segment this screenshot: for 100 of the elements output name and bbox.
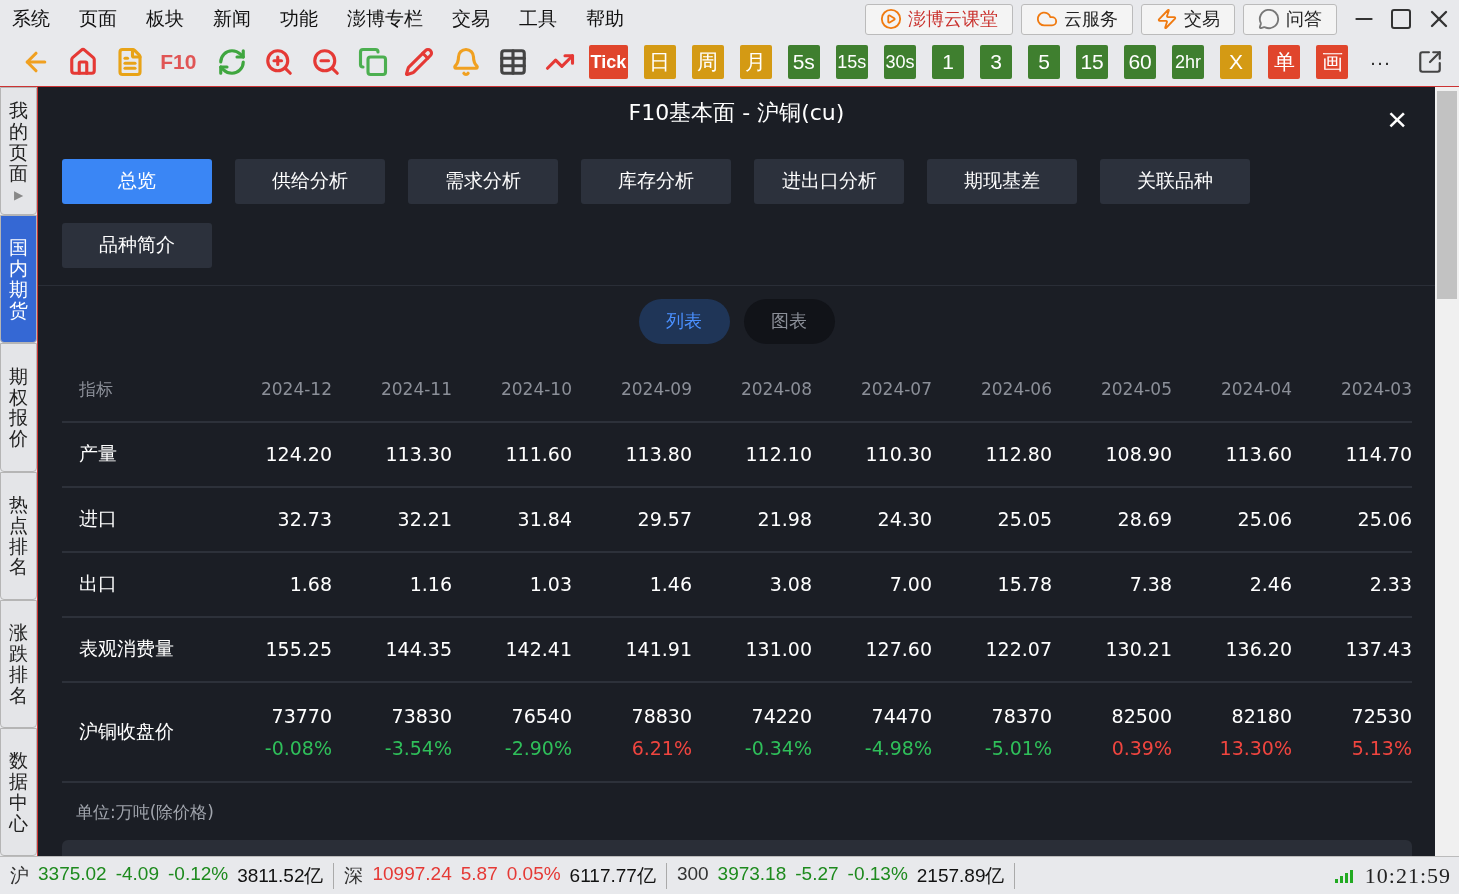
column-header: 2024-10 <box>452 357 572 423</box>
table-cell: 78370 <box>991 704 1052 727</box>
menu-item[interactable]: 帮助 <box>586 6 624 32</box>
close-button[interactable]: × <box>1381 101 1413 137</box>
tab[interactable]: 品种简介 <box>62 222 212 268</box>
period-button[interactable]: 1 <box>932 45 965 79</box>
row-label: 表观消费量 <box>62 617 212 683</box>
row-label: 沪铜收盘价 <box>62 682 212 783</box>
chat-icon <box>1258 8 1280 30</box>
table-cell: 76540 <box>511 704 572 727</box>
column-header: 2024-12 <box>212 357 332 423</box>
index-percent: -0.12% <box>168 862 229 886</box>
clock: 10:21:59 <box>1364 862 1451 889</box>
index-change: -5.27 <box>795 862 839 886</box>
table-cell: 2.46 <box>1172 552 1292 618</box>
table-cell: 32.21 <box>332 487 452 553</box>
table-cell: 111.60 <box>452 422 572 488</box>
menu-item[interactable]: 工具 <box>519 6 557 32</box>
row-label: 产量 <box>62 422 212 488</box>
period-button[interactable]: 画 <box>1316 45 1349 79</box>
top-button[interactable]: 澎博云课堂 <box>865 3 1013 35</box>
side-tab[interactable]: 热点排名 <box>0 471 37 600</box>
table-cell: 3.08 <box>692 552 812 618</box>
menu-item[interactable]: 页面 <box>79 6 117 32</box>
signal-icon <box>1332 868 1353 883</box>
period-button[interactable]: 5s <box>787 45 820 79</box>
period-button[interactable]: 3 <box>980 45 1013 79</box>
table-cell: 1.16 <box>332 552 452 618</box>
table-cell: 113.80 <box>572 422 692 488</box>
more-button[interactable]: ··· <box>1364 45 1397 79</box>
period-button[interactable]: 15 <box>1076 45 1109 79</box>
table-cell: 82180 <box>1231 704 1292 727</box>
table-cell: 73830 <box>391 704 452 727</box>
table-cell: 29.57 <box>572 487 692 553</box>
side-tab[interactable]: 涨跌排名 <box>0 599 37 728</box>
menu-item[interactable]: 交易 <box>452 6 490 32</box>
maximize-icon[interactable] <box>1389 7 1413 31</box>
index-price: 3973.18 <box>717 862 787 886</box>
row-label: 出口 <box>62 552 212 618</box>
view-toggle[interactable]: 列表 <box>638 298 730 344</box>
period-button[interactable]: 2hr <box>1172 45 1205 79</box>
menu-item[interactable]: 功能 <box>280 6 318 32</box>
side-tab[interactable]: 数据中心 <box>0 727 37 857</box>
table-cell: 7.38 <box>1052 552 1172 618</box>
table-cell: 144.35 <box>332 617 452 683</box>
index-price: 3375.02 <box>38 862 107 886</box>
menu-item[interactable]: 板块 <box>146 6 184 32</box>
tab[interactable]: 库存分析 <box>581 158 731 204</box>
period-button[interactable]: 30s <box>883 45 917 79</box>
period-button[interactable]: Tick <box>589 45 628 79</box>
column-header: 2024-03 <box>1292 357 1412 423</box>
table-cell: 110.30 <box>812 422 932 488</box>
column-header: 指标 <box>62 357 212 423</box>
table-cell: 155.25 <box>212 617 332 683</box>
change-percent: 6.21% <box>631 736 692 759</box>
index-percent: -0.13% <box>847 862 908 886</box>
tab[interactable]: 总览 <box>62 158 212 204</box>
side-tab[interactable]: 国内期货 <box>0 215 37 344</box>
table-cell: 137.43 <box>1292 617 1412 683</box>
period-button[interactable]: 5 <box>1028 45 1061 79</box>
menu-item[interactable]: 澎博专栏 <box>347 6 423 32</box>
top-button[interactable]: 问答 <box>1243 3 1337 35</box>
scrollbar[interactable] <box>1435 87 1459 856</box>
side-tab[interactable]: 期权报价 <box>0 343 37 472</box>
index-price: 10997.24 <box>372 862 452 886</box>
table-cell: 130.21 <box>1052 617 1172 683</box>
table-cell: 74470 <box>871 704 932 727</box>
column-header: 2024-11 <box>332 357 452 423</box>
table-cell: 112.80 <box>932 422 1052 488</box>
table-cell: 73770 <box>271 704 332 727</box>
menu-item[interactable]: 系统 <box>12 6 50 32</box>
table-cell: 127.60 <box>812 617 932 683</box>
index-percent: 0.05% <box>506 862 561 886</box>
turnover: 6117.77亿 <box>569 863 656 888</box>
tab[interactable]: 关联品种 <box>1100 158 1250 204</box>
top-button[interactable]: 云服务 <box>1021 3 1133 35</box>
side-tab[interactable]: 我的页面 ▶ <box>0 87 37 216</box>
period-button[interactable]: 60 <box>1124 45 1157 79</box>
menu-item[interactable]: 新闻 <box>213 6 251 32</box>
period-button[interactable]: 15s <box>835 45 868 79</box>
index-change: -4.09 <box>115 862 159 886</box>
index-change: 5.87 <box>460 862 498 886</box>
lightning-icon <box>1156 8 1178 30</box>
period-button[interactable]: 单 <box>1268 45 1301 79</box>
table-cell: 141.91 <box>572 617 692 683</box>
tab[interactable]: 供给分析 <box>235 158 385 204</box>
play-icon <box>880 8 902 30</box>
table-cell: 113.30 <box>332 422 452 488</box>
top-button[interactable]: 交易 <box>1141 3 1235 35</box>
tab[interactable]: 期现基差 <box>927 158 1077 204</box>
unit-note: 单位:万吨(除价格) <box>75 800 215 824</box>
tab[interactable]: 进出口分析 <box>754 158 904 204</box>
table-cell: 28.69 <box>1052 487 1172 553</box>
table-cell: 15.78 <box>932 552 1052 618</box>
tab[interactable]: 需求分析 <box>408 158 558 204</box>
turnover: 2157.89亿 <box>916 863 1005 888</box>
view-toggle[interactable]: 图表 <box>743 298 835 344</box>
table-cell: 31.84 <box>452 487 572 553</box>
change-percent: 0.39% <box>1111 736 1172 759</box>
table-cell: 114.70 <box>1292 422 1412 488</box>
